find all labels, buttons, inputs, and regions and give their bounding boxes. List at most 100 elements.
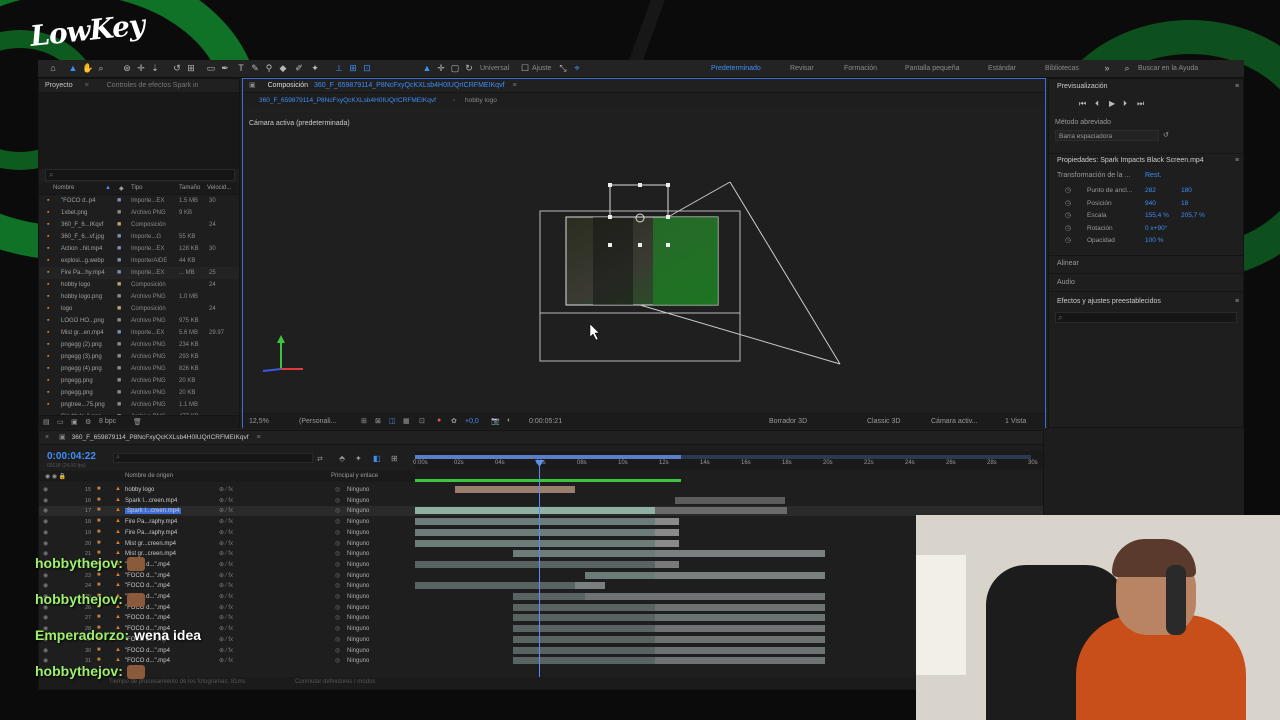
breadcrumb-hobby-logo[interactable]: hobby logo <box>465 97 497 104</box>
comp-canvas[interactable] <box>243 107 1045 413</box>
layer-row[interactable]: ◉ 18 ■ ▲ Fire Pa...raphy.mp4 ⊕ ⁄ fx ◎ Ninguno <box>39 517 1043 527</box>
layer-name[interactable]: Spark I...creen.mp4 <box>125 508 182 515</box>
menu-icon[interactable]: ≡ <box>256 434 260 441</box>
property-value[interactable]: 180 <box>1181 187 1192 194</box>
project-item[interactable]: ▪ hobby logo.png ■ Archivo PNG 1.0 MB <box>39 291 239 303</box>
layer-duration-bar[interactable] <box>415 539 655 547</box>
label-color-icon[interactable]: ■ <box>97 614 101 620</box>
project-item[interactable]: ▪ pngegg (3).png ■ Archivo PNG 293 KB <box>39 351 239 363</box>
pickwhip-icon[interactable]: ◎ <box>335 561 340 568</box>
trash-icon[interactable]: 🗑 <box>133 418 142 426</box>
parent-dropdown[interactable]: Ninguno <box>347 519 369 525</box>
layer-name[interactable]: "FOCO d...".mp4 <box>125 615 170 621</box>
layer-duration-bar[interactable] <box>655 657 825 665</box>
workspace-predeterminado[interactable]: Predeterminado <box>711 65 761 72</box>
world-axis-icon[interactable]: ⊞ <box>348 63 358 73</box>
av-switches-icon[interactable]: ◉ ◉ 🔒 <box>45 473 66 480</box>
layer-duration-bar[interactable] <box>513 646 655 654</box>
pickwhip-icon[interactable]: ◎ <box>335 614 340 621</box>
switches-icon[interactable]: ⊕ ⁄ fx <box>219 593 233 600</box>
layer-duration-bar[interactable] <box>655 646 825 654</box>
pickwhip-icon[interactable]: ◎ <box>335 507 340 514</box>
stopwatch-icon[interactable]: ◷ <box>1065 224 1071 232</box>
layer-row[interactable]: ◉ 19 ■ ▲ Fire Pa...raphy.mp4 ⊕ ⁄ fx ◎ Ninguno <box>39 528 1043 538</box>
project-item[interactable]: ▪ pngegg (2).png ■ Archivo PNG 234 KB <box>39 339 239 351</box>
label-color-icon[interactable]: ■ <box>97 572 101 578</box>
move-3d-icon[interactable]: ✛ <box>436 63 446 73</box>
layer-name[interactable]: Fire Pa...raphy.mp4 <box>125 530 177 536</box>
layer-name[interactable]: "FOCO d...".mp4 <box>125 648 170 654</box>
time-ruler[interactable]: 0:00s02s04s06s08s10s12s14s16s18s20s22s24… <box>413 451 1043 469</box>
work-area-active[interactable] <box>415 455 681 459</box>
pickwhip-icon[interactable]: ◎ <box>335 636 340 643</box>
pickwhip-icon[interactable]: ◎ <box>335 604 340 611</box>
layer-row[interactable]: ◉ 20 ■ ▲ Mist gr...creen.mp4 ⊕ ⁄ fx ◎ Ninguno <box>39 539 1043 549</box>
label-color-icon[interactable]: ■ <box>97 582 101 588</box>
col-name[interactable]: Nombre <box>53 185 74 191</box>
reset-icon[interactable]: ↺ <box>1163 131 1169 139</box>
layer-name[interactable]: Fire Pa...raphy.mp4 <box>125 519 177 525</box>
project-item[interactable]: ▪ explosi...g.webp ■ ImporterAIDE 44 KB <box>39 255 239 267</box>
puppet-pin-icon[interactable]: ✦ <box>310 63 320 73</box>
parent-dropdown[interactable]: Ninguno <box>347 487 369 493</box>
new-comp-icon[interactable]: ▣ <box>71 418 78 426</box>
current-time-display[interactable]: 0:00:05:21 <box>529 418 562 425</box>
switches-icon[interactable]: ⊕ ⁄ fx <box>219 604 233 611</box>
project-item[interactable]: ▪ pngegg.png ■ Archivo PNG 20 KB <box>39 375 239 387</box>
label-color-icon[interactable]: ■ <box>97 486 101 492</box>
last-frame-icon[interactable]: ⏭ <box>1137 99 1144 109</box>
timecode-display[interactable]: 0:00:04:22 <box>47 451 96 462</box>
view-layout-dropdown[interactable]: 1 Vista <box>1005 418 1026 425</box>
rotate-tool-icon[interactable]: ↺ <box>172 63 182 73</box>
help-search-field[interactable]: Buscar en la Ayuda <box>1138 65 1198 72</box>
safe-zones-icon[interactable]: ⊞ <box>361 417 367 425</box>
zoom-tool-icon[interactable]: ⌕ <box>96 63 106 73</box>
layer-row[interactable]: ◉ 27 ■ ▲ "FOCO d...".mp4 ⊕ ⁄ fx ◎ Ninguno <box>39 613 1043 623</box>
label-color-icon[interactable]: ■ <box>97 529 101 535</box>
rectangle-tool-icon[interactable]: ▭ <box>206 63 216 73</box>
switches-icon[interactable]: ⊕ ⁄ fx <box>219 572 233 579</box>
stopwatch-icon[interactable]: ◷ <box>1065 211 1071 219</box>
layer-row[interactable]: ◉ 24 ■ ▲ "FOCO d...".mp4 ⊕ ⁄ fx ◎ Ninguno <box>39 581 1043 591</box>
layer-row[interactable]: ◉ 25 ■ ▲ "FOCO d...".mp4 ⊕ ⁄ fx ◎ Ninguno <box>39 592 1043 602</box>
snap-checkbox-icon[interactable]: ☐ <box>520 63 530 73</box>
snapshot-icon[interactable]: 📷 <box>491 417 500 425</box>
layer-row[interactable]: ◉ 26 ■ ▲ "FOCO d...".mp4 ⊕ ⁄ fx ◎ Ninguno <box>39 603 1043 613</box>
axis-mode-icon[interactable]: ⟂ <box>334 63 344 73</box>
timeline-search-input[interactable]: ⌕ <box>113 453 313 463</box>
parent-dropdown[interactable]: Ninguno <box>347 583 369 589</box>
pickwhip-icon[interactable]: ◎ <box>335 625 340 632</box>
home-icon[interactable]: ⌂ <box>48 63 58 73</box>
layer-duration-bar[interactable] <box>513 657 655 665</box>
exposure-icon[interactable]: ✿ <box>451 417 457 425</box>
pickwhip-icon[interactable]: ◎ <box>335 657 340 664</box>
play-icon[interactable]: ▶ <box>1109 99 1115 108</box>
visibility-icon[interactable]: ◉ <box>43 540 48 547</box>
layer-row[interactable]: ◉ 17 ■ ▲ Spark I...creen.mp4 ⊕ ⁄ fx ◎ Ninguno <box>39 506 1043 517</box>
workspace-bibliotecas[interactable]: Bibliotecas <box>1045 65 1079 72</box>
visibility-icon[interactable]: ◉ <box>43 486 48 493</box>
layer-duration-bar[interactable] <box>513 614 655 622</box>
new-folder-icon[interactable]: ▭ <box>57 418 64 426</box>
layer-name[interactable]: Mist gr...creen.mp4 <box>125 541 176 547</box>
layer-duration-bar[interactable] <box>415 507 655 515</box>
pickwhip-icon[interactable]: ◎ <box>335 572 340 579</box>
layer-duration-bar[interactable] <box>675 496 785 504</box>
label-color-icon[interactable]: ■ <box>97 497 101 503</box>
layer-row[interactable]: ◉ 31 ■ ▲ "FOCO d...".mp4 ⊕ ⁄ fx ◎ Ninguno <box>39 656 1043 666</box>
shy-icon[interactable]: ✦ <box>355 454 362 463</box>
layer-duration-bar[interactable] <box>655 571 825 579</box>
switches-icon[interactable]: ⊕ ⁄ fx <box>219 636 233 643</box>
project-search-input[interactable]: ⌕ <box>45 169 235 181</box>
switches-icon[interactable]: ⊕ ⁄ fx <box>219 540 233 547</box>
project-item[interactable]: ▪ logo ■ Composición 24 <box>39 303 239 315</box>
property-value[interactable]: 18 <box>1181 200 1188 207</box>
workspace-estandar[interactable]: Estándar <box>988 65 1016 72</box>
col-parent[interactable]: Principal y enlace <box>331 473 378 479</box>
view-axis-icon[interactable]: ⊡ <box>362 63 372 73</box>
layer-duration-bar[interactable] <box>655 625 825 633</box>
stopwatch-icon[interactable]: ◷ <box>1065 236 1071 244</box>
parent-dropdown[interactable]: Ninguno <box>347 626 369 632</box>
pickwhip-icon[interactable]: ◎ <box>335 497 340 504</box>
bit-depth-label[interactable]: 8 bpc <box>99 418 116 425</box>
